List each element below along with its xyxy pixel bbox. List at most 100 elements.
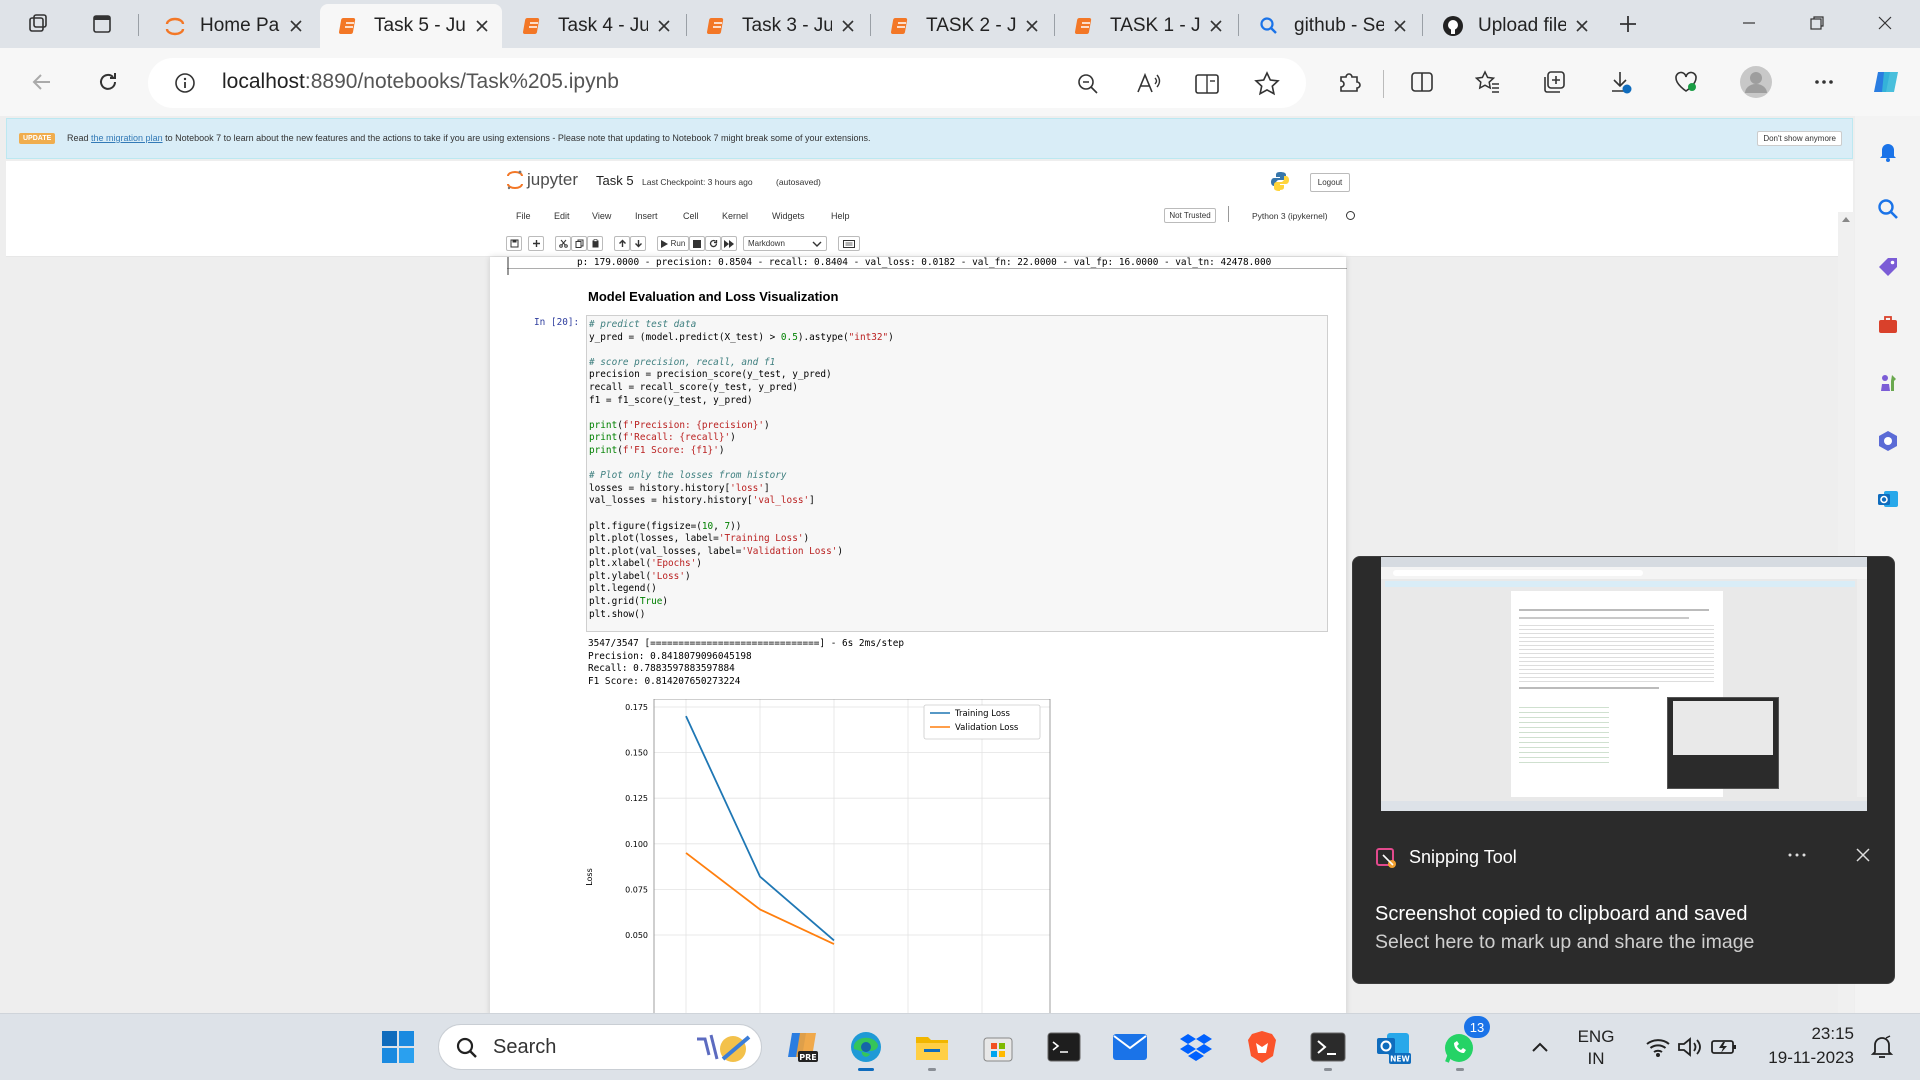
favorites-icon[interactable] bbox=[1468, 62, 1508, 102]
snipping-tool-notification[interactable]: Snipping Tool Screenshot copied to clipb… bbox=[1352, 556, 1895, 984]
run-button[interactable]: Run bbox=[657, 236, 689, 251]
cell-type-select[interactable]: Markdown bbox=[743, 236, 827, 251]
tab-home[interactable]: Home Pag bbox=[146, 4, 316, 48]
close-tab-icon[interactable] bbox=[1390, 16, 1410, 36]
menu-view[interactable]: View bbox=[592, 211, 611, 221]
microsoft-store-icon[interactable] bbox=[976, 1025, 1020, 1069]
menu-help[interactable]: Help bbox=[831, 211, 850, 221]
powershell-icon[interactable] bbox=[1306, 1025, 1350, 1071]
more-options-icon[interactable] bbox=[1804, 62, 1844, 102]
browser-essentials-icon[interactable] bbox=[1666, 62, 1706, 102]
save-icon[interactable] bbox=[506, 236, 522, 251]
cut-icon[interactable] bbox=[555, 236, 571, 251]
copilot-preview-icon[interactable]: PRE bbox=[780, 1025, 824, 1069]
close-window-button[interactable] bbox=[1852, 0, 1918, 46]
screenshot-thumbnail[interactable] bbox=[1381, 557, 1867, 811]
notification-close-icon[interactable] bbox=[1855, 847, 1871, 863]
copilot-icon[interactable] bbox=[1866, 62, 1906, 102]
read-aloud-icon[interactable] bbox=[1136, 72, 1162, 96]
games-chess-icon[interactable] bbox=[1873, 368, 1903, 398]
input-language-indicator[interactable]: ENG IN bbox=[1576, 1026, 1616, 1070]
notification-more-icon[interactable] bbox=[1785, 843, 1809, 867]
trust-indicator[interactable]: Not Trusted bbox=[1164, 208, 1216, 223]
move-down-icon[interactable] bbox=[630, 236, 646, 251]
close-tab-icon[interactable] bbox=[1572, 16, 1592, 36]
close-tab-icon[interactable] bbox=[838, 16, 858, 36]
menu-edit[interactable]: Edit bbox=[554, 211, 570, 221]
show-hidden-icons-chevron[interactable] bbox=[1518, 1025, 1562, 1069]
clock[interactable]: 23:15 19-11-2023 bbox=[1756, 1022, 1854, 1070]
close-tab-icon[interactable] bbox=[286, 16, 306, 36]
menu-widgets[interactable]: Widgets bbox=[772, 211, 805, 221]
restore-button[interactable] bbox=[1784, 0, 1850, 46]
info-icon[interactable] bbox=[174, 72, 196, 94]
tab-github-search[interactable]: github - Se bbox=[1240, 4, 1420, 48]
kernel-name[interactable]: Python 3 (ipykernel) bbox=[1252, 211, 1328, 221]
close-tab-icon[interactable] bbox=[654, 16, 674, 36]
outlook-new-icon[interactable]: NEW bbox=[1372, 1025, 1416, 1069]
tools-briefcase-icon[interactable] bbox=[1873, 310, 1903, 340]
tab-task1[interactable]: TASK 1 - Ju bbox=[1056, 4, 1236, 48]
close-tab-icon[interactable] bbox=[1206, 16, 1226, 36]
refresh-button[interactable] bbox=[88, 62, 128, 102]
menu-insert[interactable]: Insert bbox=[635, 211, 658, 221]
extensions-icon[interactable] bbox=[1330, 62, 1370, 102]
cell-type-value: Markdown bbox=[748, 239, 785, 248]
menu-cell[interactable]: Cell bbox=[683, 211, 699, 221]
command-palette-icon[interactable] bbox=[838, 236, 860, 251]
start-button[interactable] bbox=[376, 1025, 420, 1069]
menu-file[interactable]: File bbox=[516, 211, 531, 221]
collections-icon[interactable] bbox=[1534, 62, 1574, 102]
tab-task4[interactable]: Task 4 - Ju bbox=[504, 4, 684, 48]
jupyter-brand[interactable]: jupyter bbox=[506, 169, 578, 191]
legend-validation-loss: Validation Loss bbox=[955, 723, 1019, 733]
menu-kernel[interactable]: Kernel bbox=[722, 211, 748, 221]
code-cell-editor[interactable]: # predict test data y_pred = (model.pred… bbox=[586, 315, 1328, 632]
migration-plan-link[interactable]: the migration plan bbox=[91, 133, 163, 143]
insert-cell-icon[interactable] bbox=[528, 236, 544, 251]
immersive-reader-icon[interactable] bbox=[1194, 72, 1220, 96]
paste-icon[interactable] bbox=[587, 236, 603, 251]
profile-avatar[interactable] bbox=[1736, 62, 1776, 102]
tab-task2[interactable]: TASK 2 - Ju bbox=[872, 4, 1052, 48]
back-button[interactable] bbox=[22, 62, 62, 102]
scroll-up-icon[interactable] bbox=[1838, 212, 1854, 228]
kernel-idle-icon bbox=[1346, 211, 1355, 220]
tab-task3[interactable]: Task 3 - Ju bbox=[688, 4, 868, 48]
logout-button[interactable]: Logout bbox=[1310, 173, 1350, 192]
split-screen-icon[interactable] bbox=[1402, 62, 1442, 102]
move-up-icon[interactable] bbox=[614, 236, 630, 251]
shopping-tag-icon[interactable] bbox=[1873, 252, 1903, 282]
dropbox-icon[interactable] bbox=[1174, 1025, 1218, 1069]
zoom-icon[interactable] bbox=[1076, 72, 1100, 96]
outlook-icon[interactable] bbox=[1873, 484, 1903, 514]
file-explorer-icon[interactable] bbox=[910, 1025, 954, 1071]
interrupt-icon[interactable] bbox=[689, 236, 705, 251]
dont-show-button[interactable]: Don't show anymore bbox=[1757, 131, 1842, 146]
terminal-icon[interactable] bbox=[1042, 1025, 1086, 1069]
tab-task5[interactable]: Task 5 - Ju bbox=[320, 4, 502, 48]
new-tab-button[interactable] bbox=[1614, 10, 1642, 38]
brave-browser-icon[interactable] bbox=[1240, 1025, 1284, 1069]
workspaces-icon[interactable] bbox=[24, 10, 52, 38]
restart-run-all-icon[interactable] bbox=[721, 236, 737, 251]
edge-taskbar-icon[interactable] bbox=[844, 1025, 888, 1071]
search-icon[interactable] bbox=[1873, 194, 1903, 224]
favorite-star-icon[interactable] bbox=[1254, 71, 1280, 97]
microsoft365-icon[interactable] bbox=[1873, 426, 1903, 456]
notebook-name[interactable]: Task 5 bbox=[596, 173, 634, 188]
notifications-bell-icon[interactable] bbox=[1873, 136, 1903, 166]
copy-icon[interactable] bbox=[571, 236, 587, 251]
downloads-icon[interactable] bbox=[1600, 62, 1640, 102]
battery-charging-icon[interactable] bbox=[1702, 1025, 1746, 1069]
markdown-heading[interactable]: Model Evaluation and Loss Visualization bbox=[588, 289, 838, 304]
close-tab-icon[interactable] bbox=[1022, 16, 1042, 36]
mail-icon[interactable] bbox=[1108, 1025, 1152, 1069]
notification-center-icon[interactable] bbox=[1860, 1025, 1904, 1069]
close-tab-icon[interactable] bbox=[472, 16, 492, 36]
minimize-button[interactable] bbox=[1716, 0, 1782, 46]
tab-actions-icon[interactable] bbox=[88, 10, 116, 38]
restart-icon[interactable] bbox=[705, 236, 721, 251]
taskbar-search-box[interactable]: Search bbox=[438, 1024, 762, 1070]
tab-upload-file[interactable]: Upload file bbox=[1424, 4, 1602, 48]
